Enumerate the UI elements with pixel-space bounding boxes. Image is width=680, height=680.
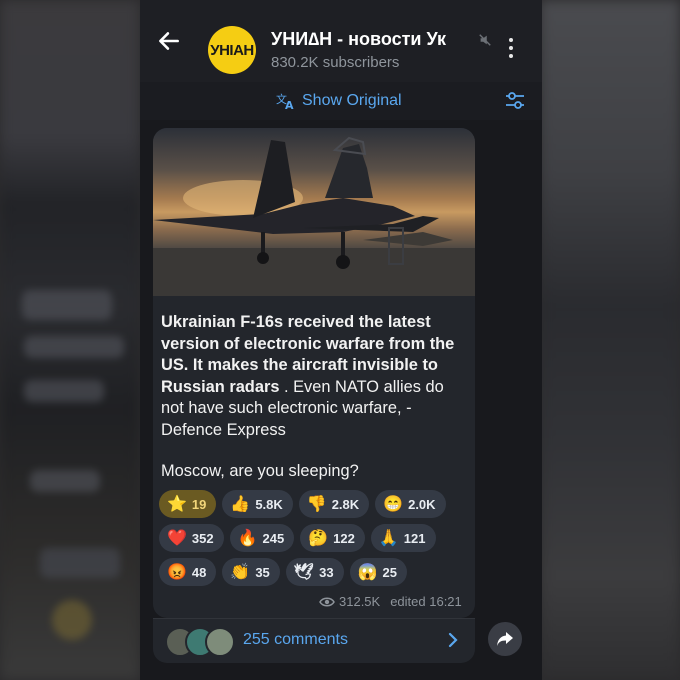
thumbs-down-icon: 👎 [306,496,327,513]
translate-icon: 文 A [276,92,294,110]
reaction-angry[interactable]: 😡 48 [159,558,217,586]
fire-icon: 🔥 [237,530,258,547]
reaction-thumbs-up[interactable]: 👍 5.8K [222,490,293,518]
reaction-count: 33 [319,564,334,580]
reaction-pray[interactable]: 🙏 121 [370,524,436,552]
back-arrow-icon[interactable] [156,28,182,54]
subscriber-count: 830.2K subscribers [271,54,400,71]
post-question: Moscow, are you sleeping? [161,462,359,480]
reaction-count: 245 [262,530,285,546]
clap-icon: 👏 [230,564,251,581]
post-photo[interactable] [153,128,475,296]
eye-icon [319,597,335,606]
reaction-scream[interactable]: 😱 25 [349,558,407,586]
post-text: Ukrainian F-16s received the latest vers… [161,312,471,441]
reaction-count: 5.8K [255,496,283,512]
thinking-icon: 🤔 [308,530,329,547]
channel-title[interactable]: УНИ∆Н - новости Ук [271,29,491,50]
post-meta: 312.5K edited 16:21 [319,594,462,609]
message-bubble: Ukrainian F-16s received the latest vers… [153,128,475,618]
comments-bar[interactable]: 255 comments [153,618,475,663]
channel-header: УНІАН УНИ∆Н - новости Ук 830.2K subscrib… [140,0,542,82]
background-right [540,0,680,680]
reaction-count: 2.0K [408,496,436,512]
dove-icon: 🕊 [293,564,315,581]
background-blur-block [24,336,124,358]
reaction-dove[interactable]: 🕊 33 [285,558,344,586]
share-button[interactable] [488,622,522,656]
reaction-count: 2.8K [331,496,360,512]
reaction-star[interactable]: ⭐ 19 [159,490,217,518]
scream-icon: 😱 [357,564,378,581]
fighter-jet-image [153,136,475,296]
reaction-row: 😡 48 👏 35 🕊 33 😱 25 [159,558,407,586]
reaction-count: 48 [191,564,207,580]
reaction-count: 352 [191,530,214,546]
reaction-row: ❤️ 352 🔥 245 🤔 122 🙏 121 [159,524,436,552]
reaction-row: ⭐ 19 👍 5.8K 👎 2.8K 😁 2.0K [159,490,446,518]
background-blur-block [40,548,120,578]
reaction-count: 121 [403,530,426,546]
star-icon: ⭐ [167,496,187,513]
show-original-button[interactable]: 文 A Show Original [276,92,402,110]
reaction-fire[interactable]: 🔥 245 [229,524,295,552]
background-blur-block [30,470,100,492]
reaction-heart[interactable]: ❤️ 352 [159,524,224,552]
reaction-count: 25 [382,564,397,580]
reaction-thumbs-down[interactable]: 👎 2.8K [298,490,370,518]
show-original-label: Show Original [302,92,402,109]
edited-time: edited 16:21 [390,594,462,609]
phone-screen: УНІАН УНИ∆Н - новости Ук 830.2K subscrib… [140,0,542,680]
comments-label: 255 comments [243,631,348,648]
reaction-thinking[interactable]: 🤔 122 [300,524,365,552]
reaction-grin[interactable]: 😁 2.0K [375,490,446,518]
reaction-count: 35 [255,564,270,580]
grin-icon: 😁 [383,496,404,513]
reaction-count: 122 [333,530,355,546]
channel-avatar[interactable]: УНІАН [208,26,256,74]
thumbs-up-icon: 👍 [230,496,251,513]
reaction-count: 19 [191,496,207,512]
heart-icon: ❤️ [167,530,187,547]
translate-bar: 文 A Show Original [140,82,542,120]
svg-text:A: A [285,99,294,110]
translation-settings-icon[interactable] [504,91,526,111]
share-arrow-icon [497,632,513,646]
more-menu-icon[interactable] [508,38,514,58]
muted-icon [479,34,491,46]
channel-logo-text: УНІАН [210,41,254,59]
background-blur-block [24,380,104,402]
angry-icon: 😡 [167,564,187,581]
background-blur-block [22,290,112,320]
view-count: 312.5K [339,594,381,609]
commenter-avatar [205,627,235,657]
reaction-clap[interactable]: 👏 35 [222,558,280,586]
chevron-right-icon [448,632,458,648]
pray-icon: 🙏 [378,530,399,547]
background-blur-block [52,600,92,640]
